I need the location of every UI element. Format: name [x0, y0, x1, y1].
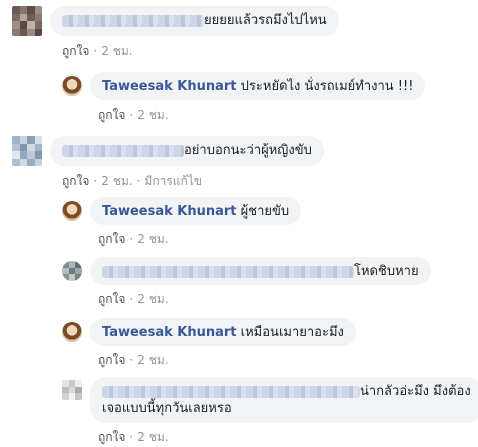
comment-bubble: อย่าบอกนะว่าผู้หญิงขับ: [50, 136, 324, 166]
like-link[interactable]: ถูกใจ: [98, 353, 125, 367]
edited-label[interactable]: มีการแก้ไข: [144, 174, 202, 188]
commenter-avatar[interactable]: [62, 380, 82, 400]
comment-text: ยยยยแล้วรถมึงไปไหน: [204, 13, 327, 28]
timestamp[interactable]: 2 ชม.: [137, 353, 168, 367]
like-link[interactable]: ถูกใจ: [98, 292, 125, 306]
blurred-author-name: [102, 265, 354, 278]
comment-actions: ถูกใจ · 2 ชม.: [98, 232, 169, 246]
like-link[interactable]: ถูกใจ: [62, 174, 89, 188]
comment-text: เหมือนเมายาอะมึง: [240, 325, 344, 340]
comment-actions: ถูกใจ · 2 ชม.: [98, 292, 169, 306]
comment-actions: ถูกใจ · 2 ชม.: [98, 430, 169, 444]
timestamp[interactable]: 2 ชม.: [137, 232, 168, 246]
author-avatar[interactable]: [62, 322, 82, 342]
reply-bubble: น่ากลัวอ่ะมึง มึงต้อง เจอแบบนี้ทุกวันเลย…: [90, 377, 478, 423]
blurred-author-name: [62, 144, 184, 157]
timestamp[interactable]: 2 ชม.: [101, 174, 132, 188]
timestamp[interactable]: 2 ชม.: [137, 292, 168, 306]
commenter-avatar[interactable]: [62, 261, 82, 281]
comment-actions: ถูกใจ · 2 ชม.: [98, 108, 169, 122]
like-link[interactable]: ถูกใจ: [98, 232, 125, 246]
commenter-avatar[interactable]: [12, 6, 42, 36]
reply-bubble: Taweesak Khunart ผู้ชายขับ: [90, 197, 302, 225]
comment-text-line2: เจอแบบนี้ทุกวันเลยหรอ: [102, 401, 232, 416]
blurred-author-name: [62, 14, 204, 27]
comment-text: อย่าบอกนะว่าผู้หญิงขับ: [184, 143, 312, 158]
author-avatar[interactable]: [62, 76, 82, 96]
comment-text: ผู้ชายขับ: [240, 204, 290, 219]
timestamp[interactable]: 2 ชม.: [137, 430, 168, 444]
like-link[interactable]: ถูกใจ: [98, 108, 125, 122]
comment-text: โหดชิบหาย: [354, 264, 419, 279]
author-name[interactable]: Taweesak Khunart: [102, 204, 237, 219]
timestamp[interactable]: 2 ชม.: [101, 44, 132, 58]
comment-actions: ถูกใจ · 2 ชม.: [62, 44, 133, 58]
like-link[interactable]: ถูกใจ: [62, 44, 89, 58]
like-link[interactable]: ถูกใจ: [98, 430, 125, 444]
comment-actions: ถูกใจ · 2 ชม.: [98, 353, 169, 367]
comment-actions: ถูกใจ · 2 ชม. · มีการแก้ไข: [62, 174, 203, 188]
author-name[interactable]: Taweesak Khunart: [102, 325, 237, 340]
author-avatar[interactable]: [62, 201, 82, 221]
reply-bubble: Taweesak Khunart เหมือนเมายาอะมึง: [90, 318, 356, 346]
reply-bubble: โหดชิบหาย: [90, 257, 431, 285]
author-name[interactable]: Taweesak Khunart: [102, 79, 237, 94]
comment-bubble: ยยยยแล้วรถมึงไปไหน: [50, 6, 339, 36]
timestamp[interactable]: 2 ชม.: [137, 108, 168, 122]
comment-text: น่ากลัวอ่ะมึง มึงต้อง: [360, 384, 471, 399]
comment-text: ประหยัดไง นั่งรถเมย์ทำงาน !!!: [240, 79, 414, 94]
reply-bubble: Taweesak Khunart ประหยัดไง นั่งรถเมย์ทำง…: [90, 72, 426, 100]
blurred-author-name: [102, 385, 360, 398]
commenter-avatar[interactable]: [12, 136, 42, 166]
